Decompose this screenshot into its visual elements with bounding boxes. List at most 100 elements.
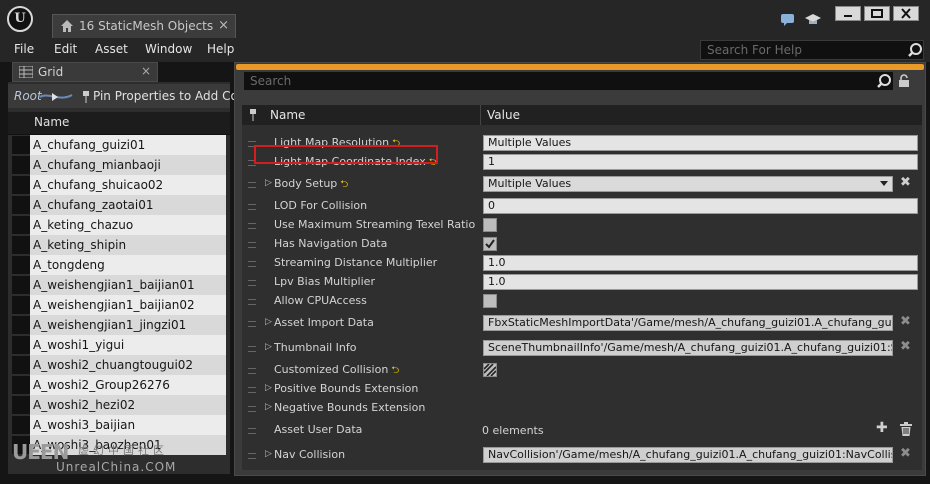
document-tab[interactable]: 16 StaticMesh Objects - Pi × (52, 14, 236, 38)
property-value-field[interactable]: 1.0 (483, 255, 918, 271)
list-item[interactable]: A_tongdeng (8, 255, 226, 275)
graduation-cap-icon[interactable] (804, 13, 822, 27)
property-value-field[interactable]: NavCollision'/Game/mesh/A_chufang_guizi0… (483, 447, 893, 463)
property-row: LOD For Collision 0 (242, 197, 922, 215)
expand-arrow-icon[interactable]: ▷ (265, 342, 272, 352)
drag-grip-icon[interactable] (248, 406, 256, 412)
list-item[interactable]: A_chufang_mianbaoji (8, 155, 226, 175)
list-header-name: Name (34, 115, 70, 129)
row-swatch (12, 196, 30, 214)
drag-grip-icon[interactable] (248, 182, 256, 188)
property-label: Customized Collision ⮌ (274, 363, 399, 380)
list-item[interactable]: A_weishengjian1_baijian01 (8, 275, 226, 295)
clear-icon[interactable]: ✖ (900, 339, 911, 354)
property-row: ▷ Body Setup ⮌ Multiple Values ✖ (242, 175, 922, 193)
lock-icon[interactable] (898, 74, 910, 88)
list-item[interactable]: A_weishengjian1_jingzi01 (8, 315, 226, 335)
expand-arrow-icon[interactable]: ▷ (265, 449, 272, 459)
close-window-button[interactable] (893, 6, 919, 21)
property-label: LOD For Collision (274, 199, 367, 212)
drag-grip-icon[interactable] (248, 261, 256, 267)
property-value-field[interactable]: 1 (483, 154, 918, 170)
list-item[interactable]: A_woshi2_chuangtougui02 (8, 355, 226, 375)
list-item[interactable]: A_keting_shipin (8, 235, 226, 255)
property-value-field[interactable]: Multiple Values (483, 135, 918, 151)
property-label: Has Navigation Data (274, 237, 387, 250)
expand-arrow-icon[interactable]: ▷ (265, 402, 272, 412)
list-item[interactable]: A_keting_chazuo (8, 215, 226, 235)
search-icon[interactable] (876, 73, 892, 89)
property-label-text: Asset Import Data (274, 316, 374, 329)
list-item[interactable]: A_chufang_guizi01 (8, 135, 226, 155)
help-search-input[interactable] (705, 42, 889, 58)
drag-grip-icon[interactable] (248, 242, 256, 248)
drag-grip-icon[interactable] (248, 299, 256, 305)
checkmark-icon (485, 239, 495, 249)
property-value-field[interactable]: FbxStaticMeshImportData'/Game/mesh/A_chu… (483, 315, 893, 331)
reset-to-default-icon[interactable]: ⮌ (340, 177, 348, 194)
list-item-name: A_chufang_guizi01 (30, 135, 226, 155)
chat-icon[interactable] (780, 13, 796, 27)
drag-grip-icon[interactable] (248, 280, 256, 286)
expand-arrow-icon[interactable]: ▷ (265, 317, 272, 327)
property-checkbox-mixed[interactable] (483, 363, 497, 377)
property-checkbox[interactable] (483, 218, 497, 232)
list-header[interactable]: Name (8, 112, 230, 135)
expand-arrow-icon[interactable]: ▷ (265, 178, 272, 188)
drag-grip-icon[interactable] (248, 321, 256, 327)
document-tab-close-icon[interactable]: × (218, 18, 229, 33)
close-icon (901, 8, 911, 19)
menu-edit[interactable]: Edit (54, 42, 77, 56)
clear-icon[interactable]: ✖ (900, 314, 911, 329)
breadcrumb-arrow-icon (39, 93, 73, 101)
list-item-name: A_woshi2_hezi02 (30, 395, 226, 415)
drag-grip-icon[interactable] (248, 223, 256, 229)
drag-grip-icon[interactable] (248, 428, 256, 434)
property-checkbox[interactable] (483, 237, 497, 251)
maximize-button[interactable] (864, 6, 890, 21)
property-value-field[interactable]: 1.0 (483, 274, 918, 290)
property-value-field[interactable]: SceneThumbnailInfo'/Game/mesh/A_chufang_… (483, 340, 893, 356)
property-search-input[interactable] (248, 73, 432, 89)
property-checkbox[interactable] (483, 294, 497, 308)
grid-tab-close-icon[interactable]: × (141, 64, 151, 78)
drag-grip-icon[interactable] (248, 453, 256, 459)
clear-icon[interactable]: ✖ (900, 175, 911, 190)
menu-file[interactable]: File (14, 42, 34, 56)
row-swatch (12, 136, 30, 154)
window-controls (835, 6, 923, 22)
list-item[interactable]: A_weishengjian1_baijian02 (8, 295, 226, 315)
row-swatch (12, 176, 30, 194)
clear-icon[interactable]: ✖ (900, 446, 911, 461)
property-row: Asset User Data 0 elements ✚ (242, 420, 922, 439)
drag-grip-icon[interactable] (248, 368, 256, 374)
property-value-field[interactable]: 0 (483, 198, 918, 214)
drag-grip-icon[interactable] (248, 387, 256, 393)
property-label-text: Asset User Data (274, 423, 363, 436)
list-item[interactable]: A_chufang_zaotai01 (8, 195, 226, 215)
highlight-box (254, 145, 438, 164)
drag-grip-icon[interactable] (248, 204, 256, 210)
property-header: Name Value (242, 105, 922, 125)
list-item[interactable]: A_woshi3_baijian (8, 415, 226, 435)
list-item[interactable]: A_woshi2_hezi02 (8, 395, 226, 415)
menu-window[interactable]: Window (145, 42, 192, 56)
drag-grip-icon[interactable] (248, 346, 256, 352)
expand-arrow-icon[interactable]: ▷ (265, 383, 272, 393)
trash-icon[interactable] (900, 422, 912, 436)
property-label-text: LOD For Collision (274, 199, 368, 212)
grid-tab[interactable]: Grid × (12, 62, 158, 82)
search-icon[interactable] (907, 42, 923, 58)
menu-help[interactable]: Help (207, 42, 234, 56)
pin-properties-button[interactable]: Pin Properties to Add Co (93, 89, 239, 103)
list-item[interactable]: A_chufang_shuicao02 (8, 175, 226, 195)
list-item[interactable]: A_woshi2_Group26276 (8, 375, 226, 395)
minimize-button[interactable] (835, 6, 861, 21)
property-row: Streaming Distance Multiplier 1.0 (242, 254, 922, 272)
minimize-icon (844, 15, 852, 17)
reset-to-default-icon[interactable]: ⮌ (391, 363, 399, 380)
property-combo-box[interactable]: Multiple Values (483, 176, 893, 192)
add-icon[interactable]: ✚ (876, 420, 888, 436)
menu-asset[interactable]: Asset (95, 42, 128, 56)
list-item[interactable]: A_woshi1_yigui (8, 335, 226, 355)
